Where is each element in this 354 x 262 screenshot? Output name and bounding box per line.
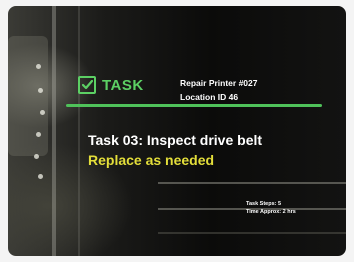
checkmark-icon: [81, 80, 93, 90]
belt-bead: [36, 64, 41, 69]
hud-divider: [66, 104, 322, 107]
time-approx: Time Approx: 2 hrs: [246, 209, 296, 215]
printer-shelf: [158, 182, 346, 184]
task-steps: Task Steps: 5: [246, 201, 282, 207]
task-meta: Task Steps: 5 Time Approx: 2 hrs: [246, 200, 296, 216]
task-title: Task 03: Inspect drive belt: [88, 132, 263, 148]
task-instruction: Replace as needed: [88, 152, 215, 168]
job-info: Repair Printer #027 Location ID 46: [180, 76, 257, 104]
machine-rail: [52, 6, 56, 256]
location-id: Location ID 46: [180, 92, 239, 102]
belt-bead: [40, 110, 45, 115]
machine-rail-secondary: [78, 6, 80, 256]
printer-shelf: [158, 232, 346, 234]
belt-bead: [38, 88, 43, 93]
belt-bead: [38, 174, 43, 179]
checkbox-icon: [78, 76, 96, 94]
task-label: TASK: [102, 76, 144, 94]
machine-part: [8, 36, 48, 156]
camera-view: TASK Repair Printer #027 Location ID 46 …: [8, 6, 346, 256]
task-badge: TASK: [78, 76, 144, 94]
belt-bead: [34, 154, 39, 159]
job-title: Repair Printer #027: [180, 78, 258, 88]
belt-bead: [36, 132, 41, 137]
